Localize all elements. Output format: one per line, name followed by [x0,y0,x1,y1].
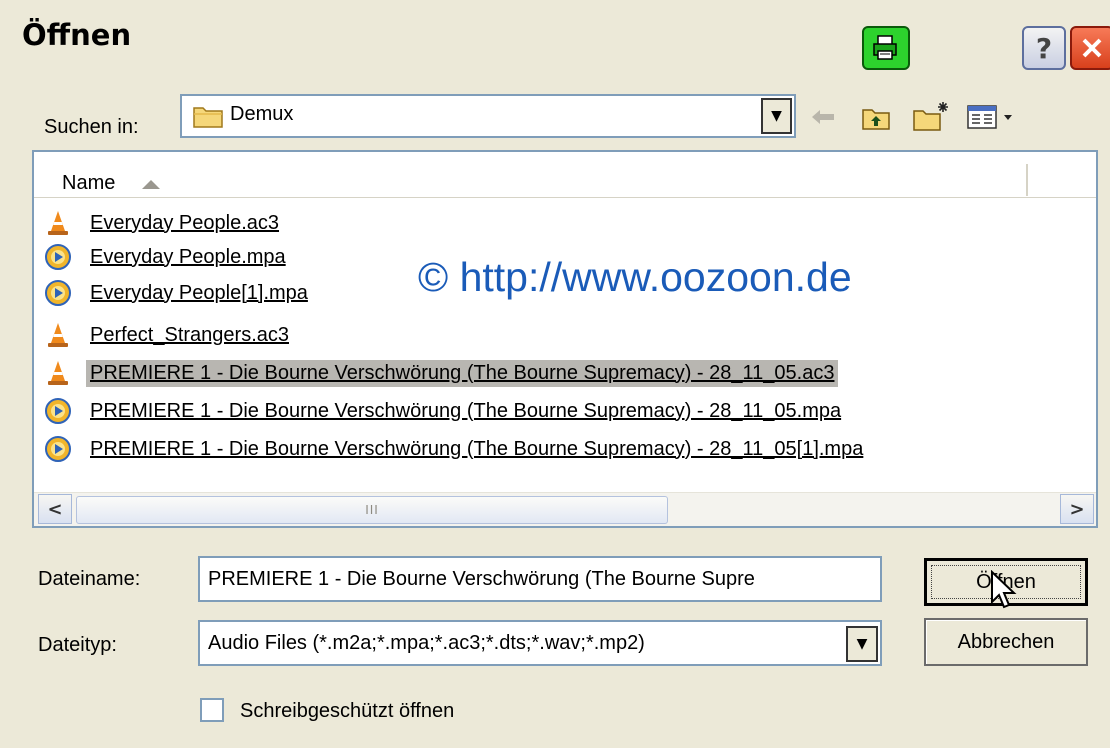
column-name-header[interactable]: Name [62,172,115,195]
view-menu-icon[interactable] [962,98,1020,136]
filename-input[interactable]: PREMIERE 1 - Die Bourne Verschwörung (Th… [198,556,882,602]
chevron-down-icon[interactable]: ▼ [846,626,878,662]
sort-ascending-icon [142,180,160,189]
file-name: Perfect_Strangers.ac3 [90,323,289,346]
filetype-value: Audio Files (*.m2a;*.mpa;*.ac3;*.dts;*.w… [208,632,645,654]
close-icon [1082,38,1102,58]
file-name: PREMIERE 1 - Die Bourne Verschwörung (Th… [90,399,842,422]
file-row[interactable]: PREMIERE 1 - Die Bourne Verschwörung (Th… [42,432,867,466]
window-title: Öffnen [22,18,132,52]
help-button[interactable]: ? [1022,26,1066,70]
audio-file-icon [42,395,74,427]
file-row[interactable]: Everyday People.ac3 [42,206,283,240]
file-name: PREMIERE 1 - Die Bourne Verschwörung (Th… [90,437,864,460]
chevron-down-icon[interactable]: ▼ [761,98,792,134]
vlc-cone-icon [42,207,74,239]
new-folder-icon[interactable] [908,96,954,136]
watermark-text: © http://www.oozoon.de [418,254,852,300]
audio-file-icon [42,241,74,273]
title-bar[interactable] [0,0,1110,88]
column-divider[interactable] [1026,164,1028,196]
file-row[interactable]: Perfect_Strangers.ac3 [42,318,293,352]
file-row[interactable]: PREMIERE 1 - Die Bourne Verschwörung (Th… [42,356,839,390]
file-row[interactable]: Everyday People.mpa [42,240,290,274]
column-header[interactable] [34,152,1096,198]
filename-label: Dateiname: [38,568,141,590]
filetype-label: Dateityp: [38,634,117,656]
file-name: PREMIERE 1 - Die Bourne Verschwörung (Th… [86,359,839,387]
readonly-checkbox[interactable] [200,698,224,722]
look-in-label: Suchen in: [44,116,139,138]
mouse-cursor-icon [990,569,1020,616]
scroll-left-button[interactable]: < [38,494,72,524]
file-name: Everyday People.ac3 [90,211,280,234]
scroll-thumb[interactable]: III [76,496,668,524]
back-icon[interactable] [806,100,840,134]
look-in-value: Demux [230,103,294,125]
scroll-right-button[interactable]: > [1060,494,1094,524]
audio-file-icon [42,277,74,309]
file-row[interactable]: PREMIERE 1 - Die Bourne Verschwörung (Th… [42,394,845,428]
up-folder-icon[interactable] [856,98,896,136]
scroll-thumb-grip: III [365,503,379,517]
vlc-cone-icon [42,357,74,389]
printer-icon[interactable] [862,26,910,70]
file-name: Everyday People.mpa [90,245,286,268]
vlc-cone-icon [42,319,74,351]
folder-icon [192,102,224,134]
readonly-label: Schreibgeschützt öffnen [240,700,455,722]
file-name: Everyday People[1].mpa [90,281,308,304]
cancel-button[interactable]: Abbrechen [924,618,1088,666]
file-row[interactable]: Everyday People[1].mpa [42,276,312,310]
audio-file-icon [42,433,74,465]
close-button[interactable] [1070,26,1110,70]
